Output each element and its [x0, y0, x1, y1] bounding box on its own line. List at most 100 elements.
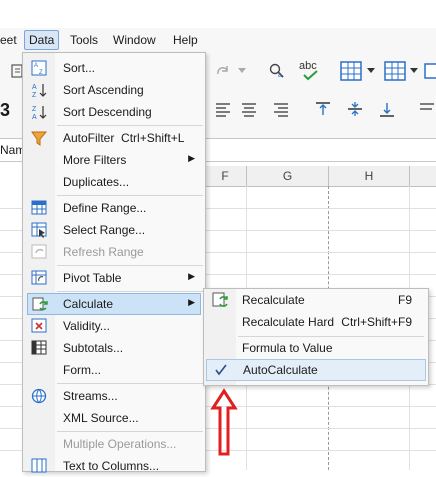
menu-item-more-filters[interactable]: More Filters ▶: [23, 149, 205, 171]
menu-separator: [57, 383, 203, 384]
svg-text:A: A: [32, 114, 37, 120]
sort-descending-icon: ZA: [32, 106, 47, 120]
find-replace-icon[interactable]: a: [268, 62, 286, 80]
svg-text:a: a: [278, 72, 282, 79]
menu-help[interactable]: Help: [173, 32, 198, 48]
menu-item-shortcut: Ctrl+Shift+F9: [341, 315, 412, 329]
menu-item-sort-descending[interactable]: ZA Sort Descending: [23, 101, 205, 123]
menu-item-multiple-operations: Multiple Operations...: [23, 433, 205, 455]
menu-item-subtotals[interactable]: Subtotals...: [23, 337, 205, 359]
menu-item-label: Duplicates...: [63, 175, 130, 189]
menu-separator: [57, 125, 203, 126]
menu-item-refresh-range: Refresh Range: [23, 241, 205, 263]
menu-item-label: Recalculate: [242, 293, 305, 307]
menu-item-label: AutoFilter Ctrl+Shift+L: [63, 131, 185, 145]
define-range-icon: [31, 200, 47, 215]
chevron-down-icon[interactable]: [367, 68, 375, 74]
menu-item-recalculate-hard[interactable]: Recalculate Hard Ctrl+Shift+F9: [204, 311, 428, 333]
menu-item-duplicates[interactable]: Duplicates...: [23, 171, 205, 193]
submenu-arrow-icon: ▶: [188, 153, 195, 163]
refresh-range-icon: [31, 244, 47, 259]
align-top-icon[interactable]: [314, 100, 332, 118]
column-header-f[interactable]: F: [204, 166, 247, 187]
menu-item-sort-ascending[interactable]: AZ Sort Ascending: [23, 79, 205, 101]
autofilter-icon: [31, 131, 48, 146]
svg-text:A: A: [32, 84, 37, 91]
align-right-icon[interactable]: [272, 100, 290, 118]
column-header-i[interactable]: [410, 166, 436, 187]
row-icon[interactable]: [340, 60, 362, 82]
menu-item-label: Pivot Table: [63, 271, 122, 285]
menu-item-label: Form...: [63, 363, 101, 377]
column-icon[interactable]: [384, 60, 406, 82]
align-center-icon[interactable]: [240, 100, 258, 118]
menu-item-streams[interactable]: Streams...: [23, 385, 205, 407]
streams-icon: [31, 388, 47, 404]
wrap-text-icon[interactable]: [418, 100, 436, 118]
validity-icon: [31, 318, 47, 333]
menu-separator: [57, 291, 203, 292]
menu-item-autocalculate[interactable]: AutoCalculate: [206, 359, 426, 381]
menu-item-pivot-table[interactable]: Pivot Table ▶: [23, 267, 205, 289]
menu-item-label: Text to Columns...: [63, 459, 160, 473]
menu-item-text-to-columns[interactable]: Text to Columns...: [23, 455, 205, 477]
menu-window[interactable]: Window: [113, 32, 156, 48]
menu-item-select-range[interactable]: Select Range...: [23, 219, 205, 241]
menu-item-label: Recalculate Hard: [242, 315, 335, 329]
data-menu: AZ Sort... AZ Sort Ascending ZA Sort Des…: [22, 52, 206, 473]
svg-text:Z: Z: [32, 106, 37, 113]
menu-item-calculate[interactable]: Calculate ▶: [27, 293, 201, 315]
recalculate-icon: [212, 292, 228, 307]
menu-item-label: Calculate: [63, 297, 114, 311]
menu-item-xml-source[interactable]: XML Source...: [23, 407, 205, 429]
submenu-arrow-icon: ▶: [188, 297, 195, 307]
menu-item-formula-to-value[interactable]: Formula to Value: [204, 337, 428, 359]
column-header-h[interactable]: H: [329, 166, 410, 187]
menu-separator: [57, 431, 203, 432]
menu-item-recalculate[interactable]: Recalculate F9: [204, 289, 428, 311]
center-vertically-icon[interactable]: [346, 100, 364, 118]
menu-item-label: AutoCalculate: [243, 363, 318, 377]
calculate-icon: [32, 297, 48, 311]
menu-tools[interactable]: Tools: [70, 32, 98, 48]
redo-icon[interactable]: [214, 62, 232, 80]
text-to-columns-icon: [31, 458, 47, 473]
menu-data[interactable]: Data: [24, 30, 60, 50]
chevron-down-icon[interactable]: [238, 68, 246, 74]
menu-item-define-range[interactable]: Define Range...: [23, 197, 205, 219]
pivot-table-icon: [31, 270, 47, 285]
menu-item-label: Formula to Value: [242, 341, 333, 355]
align-bottom-icon[interactable]: [378, 100, 396, 118]
freeze-icon[interactable]: [424, 62, 436, 80]
menu-item-shortcut: Ctrl+Shift+L: [121, 131, 185, 145]
submenu-arrow-icon: ▶: [188, 271, 195, 281]
svg-text:Z: Z: [39, 70, 43, 76]
select-range-icon: [31, 222, 47, 238]
subtotals-icon: [31, 340, 47, 355]
menu-sheet[interactable]: eet: [0, 32, 17, 48]
menu-item-validity[interactable]: Validity...: [23, 315, 205, 337]
menu-item-label: Subtotals...: [63, 341, 124, 355]
menu-item-sort[interactable]: AZ Sort...: [23, 57, 205, 79]
svg-text:abc: abc: [299, 60, 317, 72]
menu-item-label: Define Range...: [63, 201, 147, 215]
svg-text:A: A: [34, 63, 38, 69]
checkmark-icon: [215, 364, 227, 376]
align-left-icon[interactable]: [214, 100, 232, 118]
menu-item-label: Validity...: [63, 319, 110, 333]
toolbar-fragment: 3: [0, 100, 11, 120]
spelling-icon[interactable]: abc: [298, 58, 324, 82]
menu-item-form[interactable]: Form...: [23, 359, 205, 381]
menu-item-label: Refresh Range: [63, 245, 144, 259]
calculate-submenu: Recalculate F9 Recalculate Hard Ctrl+Shi…: [203, 288, 429, 386]
column-header-g[interactable]: G: [247, 166, 329, 187]
menu-item-label: Sort...: [63, 61, 96, 75]
menu-item-label: Sort Descending: [63, 105, 152, 119]
menu-separator: [57, 195, 203, 196]
sort-ascending-icon: AZ: [32, 84, 47, 98]
menu-item-label: XML Source...: [63, 411, 139, 425]
menu-item-autofilter[interactable]: AutoFilter Ctrl+Shift+L: [23, 127, 205, 149]
menu-item-label: Select Range...: [63, 223, 146, 237]
chevron-down-icon[interactable]: [410, 68, 418, 74]
menu-item-shortcut: F9: [397, 293, 412, 307]
